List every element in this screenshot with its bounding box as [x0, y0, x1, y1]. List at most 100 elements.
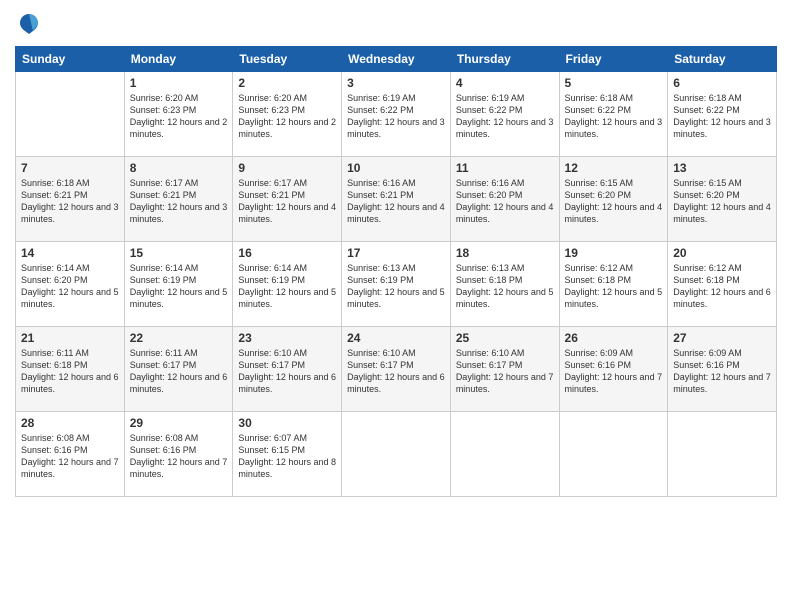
calendar-week-1: 1 Sunrise: 6:20 AM Sunset: 6:23 PM Daylig… — [16, 72, 777, 157]
day-number: 2 — [238, 76, 336, 90]
day-number: 21 — [21, 331, 119, 345]
cell-content: Sunrise: 6:11 AM Sunset: 6:18 PM Dayligh… — [21, 347, 119, 396]
page: SundayMondayTuesdayWednesdayThursdayFrid… — [0, 0, 792, 612]
day-number: 6 — [673, 76, 771, 90]
calendar-cell: 10 Sunrise: 6:16 AM Sunset: 6:21 PM Dayli… — [342, 157, 451, 242]
calendar-cell: 16 Sunrise: 6:14 AM Sunset: 6:19 PM Dayli… — [233, 242, 342, 327]
day-number: 29 — [130, 416, 228, 430]
day-number: 27 — [673, 331, 771, 345]
cell-content: Sunrise: 6:14 AM Sunset: 6:19 PM Dayligh… — [238, 262, 336, 311]
cell-content: Sunrise: 6:17 AM Sunset: 6:21 PM Dayligh… — [238, 177, 336, 226]
calendar-cell: 21 Sunrise: 6:11 AM Sunset: 6:18 PM Dayli… — [16, 327, 125, 412]
calendar-week-2: 7 Sunrise: 6:18 AM Sunset: 6:21 PM Daylig… — [16, 157, 777, 242]
calendar-cell — [668, 412, 777, 497]
cell-content: Sunrise: 6:14 AM Sunset: 6:20 PM Dayligh… — [21, 262, 119, 311]
day-number: 19 — [565, 246, 663, 260]
day-header-thursday: Thursday — [450, 47, 559, 72]
cell-content: Sunrise: 6:12 AM Sunset: 6:18 PM Dayligh… — [673, 262, 771, 311]
calendar-cell — [559, 412, 668, 497]
calendar-cell: 15 Sunrise: 6:14 AM Sunset: 6:19 PM Dayli… — [124, 242, 233, 327]
cell-content: Sunrise: 6:09 AM Sunset: 6:16 PM Dayligh… — [673, 347, 771, 396]
day-number: 10 — [347, 161, 445, 175]
cell-content: Sunrise: 6:15 AM Sunset: 6:20 PM Dayligh… — [565, 177, 663, 226]
day-number: 15 — [130, 246, 228, 260]
cell-content: Sunrise: 6:19 AM Sunset: 6:22 PM Dayligh… — [347, 92, 445, 141]
calendar-cell: 28Sunrise: 6:08 AM Sunset: 6:16 PM Dayli… — [16, 412, 125, 497]
day-header-wednesday: Wednesday — [342, 47, 451, 72]
day-number: 23 — [238, 331, 336, 345]
cell-content: Sunrise: 6:20 AM Sunset: 6:23 PM Dayligh… — [130, 92, 228, 141]
calendar-cell: 17Sunrise: 6:13 AM Sunset: 6:19 PM Dayli… — [342, 242, 451, 327]
calendar-week-4: 21 Sunrise: 6:11 AM Sunset: 6:18 PM Dayli… — [16, 327, 777, 412]
cell-content: Sunrise: 6:08 AM Sunset: 6:16 PM Dayligh… — [21, 432, 119, 481]
calendar-cell: 19 Sunrise: 6:12 AM Sunset: 6:18 PM Dayli… — [559, 242, 668, 327]
day-number: 14 — [21, 246, 119, 260]
cell-content: Sunrise: 6:10 AM Sunset: 6:17 PM Dayligh… — [456, 347, 554, 396]
cell-content: Sunrise: 6:15 AM Sunset: 6:20 PM Dayligh… — [673, 177, 771, 226]
day-number: 18 — [456, 246, 554, 260]
calendar-week-3: 14 Sunrise: 6:14 AM Sunset: 6:20 PM Dayli… — [16, 242, 777, 327]
calendar-cell: 11 Sunrise: 6:16 AM Sunset: 6:20 PM Dayli… — [450, 157, 559, 242]
calendar-week-5: 28Sunrise: 6:08 AM Sunset: 6:16 PM Dayli… — [16, 412, 777, 497]
day-number: 5 — [565, 76, 663, 90]
day-number: 26 — [565, 331, 663, 345]
calendar-cell: 22 Sunrise: 6:11 AM Sunset: 6:17 PM Dayli… — [124, 327, 233, 412]
calendar-cell: 20 Sunrise: 6:12 AM Sunset: 6:18 PM Dayli… — [668, 242, 777, 327]
day-header-monday: Monday — [124, 47, 233, 72]
cell-content: Sunrise: 6:12 AM Sunset: 6:18 PM Dayligh… — [565, 262, 663, 311]
cell-content: Sunrise: 6:13 AM Sunset: 6:18 PM Dayligh… — [456, 262, 554, 311]
cell-content: Sunrise: 6:17 AM Sunset: 6:21 PM Dayligh… — [130, 177, 228, 226]
logo — [15, 10, 47, 38]
day-number: 22 — [130, 331, 228, 345]
calendar-cell: 8 Sunrise: 6:17 AM Sunset: 6:21 PM Daylig… — [124, 157, 233, 242]
calendar-cell: 5 Sunrise: 6:18 AM Sunset: 6:22 PM Daylig… — [559, 72, 668, 157]
calendar-cell: 25 Sunrise: 6:10 AM Sunset: 6:17 PM Dayli… — [450, 327, 559, 412]
day-number: 7 — [21, 161, 119, 175]
cell-content: Sunrise: 6:08 AM Sunset: 6:16 PM Dayligh… — [130, 432, 228, 481]
day-number: 24 — [347, 331, 445, 345]
day-header-saturday: Saturday — [668, 47, 777, 72]
day-number: 1 — [130, 76, 228, 90]
calendar-cell: 18 Sunrise: 6:13 AM Sunset: 6:18 PM Dayli… — [450, 242, 559, 327]
calendar-header-row: SundayMondayTuesdayWednesdayThursdayFrid… — [16, 47, 777, 72]
cell-content: Sunrise: 6:14 AM Sunset: 6:19 PM Dayligh… — [130, 262, 228, 311]
day-number: 25 — [456, 331, 554, 345]
calendar-cell: 4Sunrise: 6:19 AM Sunset: 6:22 PM Daylig… — [450, 72, 559, 157]
header — [15, 10, 777, 38]
calendar-cell: 27 Sunrise: 6:09 AM Sunset: 6:16 PM Dayli… — [668, 327, 777, 412]
calendar-table: SundayMondayTuesdayWednesdayThursdayFrid… — [15, 46, 777, 497]
day-header-tuesday: Tuesday — [233, 47, 342, 72]
calendar-cell: 26 Sunrise: 6:09 AM Sunset: 6:16 PM Dayli… — [559, 327, 668, 412]
calendar-cell: 7 Sunrise: 6:18 AM Sunset: 6:21 PM Daylig… — [16, 157, 125, 242]
cell-content: Sunrise: 6:10 AM Sunset: 6:17 PM Dayligh… — [238, 347, 336, 396]
calendar-cell: 23 Sunrise: 6:10 AM Sunset: 6:17 PM Dayli… — [233, 327, 342, 412]
day-header-friday: Friday — [559, 47, 668, 72]
calendar-cell: 6 Sunrise: 6:18 AM Sunset: 6:22 PM Daylig… — [668, 72, 777, 157]
day-number: 11 — [456, 161, 554, 175]
day-number: 4 — [456, 76, 554, 90]
day-number: 12 — [565, 161, 663, 175]
day-number: 8 — [130, 161, 228, 175]
calendar-cell — [16, 72, 125, 157]
cell-content: Sunrise: 6:10 AM Sunset: 6:17 PM Dayligh… — [347, 347, 445, 396]
cell-content: Sunrise: 6:18 AM Sunset: 6:22 PM Dayligh… — [565, 92, 663, 141]
cell-content: Sunrise: 6:16 AM Sunset: 6:20 PM Dayligh… — [456, 177, 554, 226]
cell-content: Sunrise: 6:20 AM Sunset: 6:23 PM Dayligh… — [238, 92, 336, 141]
day-number: 20 — [673, 246, 771, 260]
day-number: 16 — [238, 246, 336, 260]
calendar-cell — [450, 412, 559, 497]
calendar-cell — [342, 412, 451, 497]
cell-content: Sunrise: 6:13 AM Sunset: 6:19 PM Dayligh… — [347, 262, 445, 311]
cell-content: Sunrise: 6:11 AM Sunset: 6:17 PM Dayligh… — [130, 347, 228, 396]
cell-content: Sunrise: 6:16 AM Sunset: 6:21 PM Dayligh… — [347, 177, 445, 226]
calendar-cell: 12 Sunrise: 6:15 AM Sunset: 6:20 PM Dayli… — [559, 157, 668, 242]
cell-content: Sunrise: 6:18 AM Sunset: 6:22 PM Dayligh… — [673, 92, 771, 141]
cell-content: Sunrise: 6:18 AM Sunset: 6:21 PM Dayligh… — [21, 177, 119, 226]
logo-icon — [15, 10, 43, 38]
day-number: 13 — [673, 161, 771, 175]
calendar-cell: 3Sunrise: 6:19 AM Sunset: 6:22 PM Daylig… — [342, 72, 451, 157]
calendar-cell: 29 Sunrise: 6:08 AM Sunset: 6:16 PM Dayli… — [124, 412, 233, 497]
calendar-cell: 9Sunrise: 6:17 AM Sunset: 6:21 PM Daylig… — [233, 157, 342, 242]
cell-content: Sunrise: 6:09 AM Sunset: 6:16 PM Dayligh… — [565, 347, 663, 396]
day-number: 30 — [238, 416, 336, 430]
